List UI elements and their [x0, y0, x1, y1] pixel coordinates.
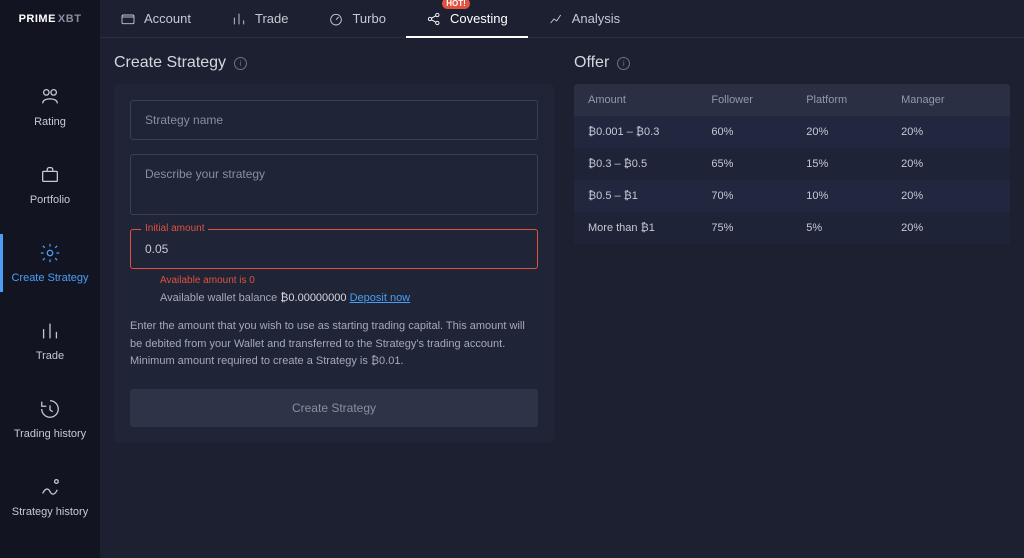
sidebar-item-label: Create Strategy [11, 272, 88, 284]
cell-platform: 5% [806, 222, 901, 234]
chart-icon [548, 11, 564, 27]
cell-amount: ₿0.5 – ₿1 [588, 190, 711, 202]
cell-manager: 20% [901, 222, 996, 234]
sidebar-item-portfolio[interactable]: Portfolio [0, 146, 100, 224]
col-amount: Amount [588, 94, 711, 106]
strategy-history-icon [39, 476, 61, 498]
brand-right: XBT [58, 13, 82, 25]
sidebar-item-label: Trading history [14, 428, 86, 440]
sidebar-item-label: Trade [36, 350, 64, 362]
table-row: ₿0.5 – ₿1 70% 10% 20% [574, 180, 1010, 212]
sidebar-item-rating[interactable]: Rating [0, 68, 100, 146]
col-manager: Manager [901, 94, 996, 106]
gauge-icon [328, 11, 344, 27]
strategy-name-field [130, 100, 538, 140]
cell-platform: 15% [806, 158, 901, 170]
cell-platform: 20% [806, 126, 901, 138]
cell-follower: 65% [711, 158, 806, 170]
balance-value: ₿0.00000000 [280, 292, 346, 304]
sidebar-item-label: Rating [34, 116, 66, 128]
wallet-icon [120, 11, 136, 27]
create-strategy-column: Create Strategy i Initial amount Availab… [114, 54, 554, 542]
sidebar-item-strategy-history[interactable]: Strategy history [0, 458, 100, 536]
initial-amount-label: Initial amount [141, 223, 208, 234]
table-row: More than ₿1 75% 5% 20% [574, 212, 1010, 244]
nav-turbo[interactable]: Turbo [308, 0, 405, 37]
sidebar-item-create-strategy[interactable]: Create Strategy [0, 224, 100, 302]
offer-table-head: Amount Follower Platform Manager [574, 84, 1010, 116]
cell-manager: 20% [901, 158, 996, 170]
briefcase-icon [39, 164, 61, 186]
strategy-name-input[interactable] [131, 101, 537, 139]
cell-follower: 60% [711, 126, 806, 138]
main: Create Strategy i Initial amount Availab… [100, 38, 1024, 558]
initial-amount-field: Initial amount [130, 229, 538, 269]
cell-amount: ₿0.001 – ₿0.3 [588, 126, 711, 138]
cell-amount: ₿0.3 – ₿0.5 [588, 158, 711, 170]
initial-amount-help: Enter the amount that you wish to use as… [130, 318, 538, 371]
nav-analysis[interactable]: Analysis [528, 0, 640, 37]
create-title-text: Create Strategy [114, 54, 226, 72]
history-icon [39, 398, 61, 420]
create-title: Create Strategy i [114, 54, 554, 72]
top-nav: Account Trade Turbo HOT! Covesting Ana [100, 0, 640, 37]
nav-account[interactable]: Account [100, 0, 211, 37]
balance-prefix: Available wallet balance [160, 292, 280, 304]
nav-turbo-label: Turbo [352, 11, 385, 26]
strategy-desc-input[interactable] [131, 155, 537, 211]
brand-left: PRIME [19, 13, 56, 25]
nav-analysis-label: Analysis [572, 11, 620, 26]
col-follower: Follower [711, 94, 806, 106]
sidebar-item-label: Portfolio [30, 194, 70, 206]
trade-bars-icon [39, 320, 61, 342]
initial-amount-error: Available amount is 0 [160, 275, 538, 286]
nav-covesting-label: Covesting [450, 11, 508, 26]
wallet-balance-line: Available wallet balance ₿0.00000000 Dep… [160, 292, 538, 304]
nav-trade-label: Trade [255, 11, 288, 26]
cell-follower: 70% [711, 190, 806, 202]
app-body: Rating Portfolio Create Strategy Trade T… [0, 38, 1024, 558]
table-row: ₿0.001 – ₿0.3 60% 20% 20% [574, 116, 1010, 148]
hot-badge: HOT! [442, 0, 470, 9]
brand-logo[interactable]: PRIME XBT [0, 0, 100, 38]
offer-column: Offer i Amount Follower Platform Manager… [574, 54, 1010, 542]
cell-amount: More than ₿1 [588, 222, 711, 234]
topbar: PRIME XBT Account Trade Turbo HOT! [0, 0, 1024, 38]
nav-trade[interactable]: Trade [211, 0, 308, 37]
rating-icon [39, 86, 61, 108]
info-icon[interactable]: i [617, 57, 630, 70]
cell-platform: 10% [806, 190, 901, 202]
cell-manager: 20% [901, 190, 996, 202]
sidebar-item-trading-history[interactable]: Trading history [0, 380, 100, 458]
share-icon [426, 11, 442, 27]
deposit-now-link[interactable]: Deposit now [350, 292, 411, 304]
gear-icon [39, 242, 61, 264]
initial-amount-input[interactable] [131, 230, 537, 268]
sidebar-item-trade[interactable]: Trade [0, 302, 100, 380]
info-icon[interactable]: i [234, 57, 247, 70]
bars-icon [231, 11, 247, 27]
strategy-desc-field [130, 154, 538, 215]
col-platform: Platform [806, 94, 901, 106]
nav-account-label: Account [144, 11, 191, 26]
offer-title: Offer i [574, 54, 1010, 72]
sidebar-item-label: Strategy history [12, 506, 88, 518]
nav-covesting[interactable]: HOT! Covesting [406, 0, 528, 37]
cell-manager: 20% [901, 126, 996, 138]
table-row: ₿0.3 – ₿0.5 65% 15% 20% [574, 148, 1010, 180]
offer-table: Amount Follower Platform Manager ₿0.001 … [574, 84, 1010, 244]
create-strategy-button[interactable]: Create Strategy [130, 389, 538, 427]
offer-title-text: Offer [574, 54, 609, 72]
sidebar: Rating Portfolio Create Strategy Trade T… [0, 38, 100, 558]
create-card: Initial amount Available amount is 0 Ava… [114, 84, 554, 443]
cell-follower: 75% [711, 222, 806, 234]
